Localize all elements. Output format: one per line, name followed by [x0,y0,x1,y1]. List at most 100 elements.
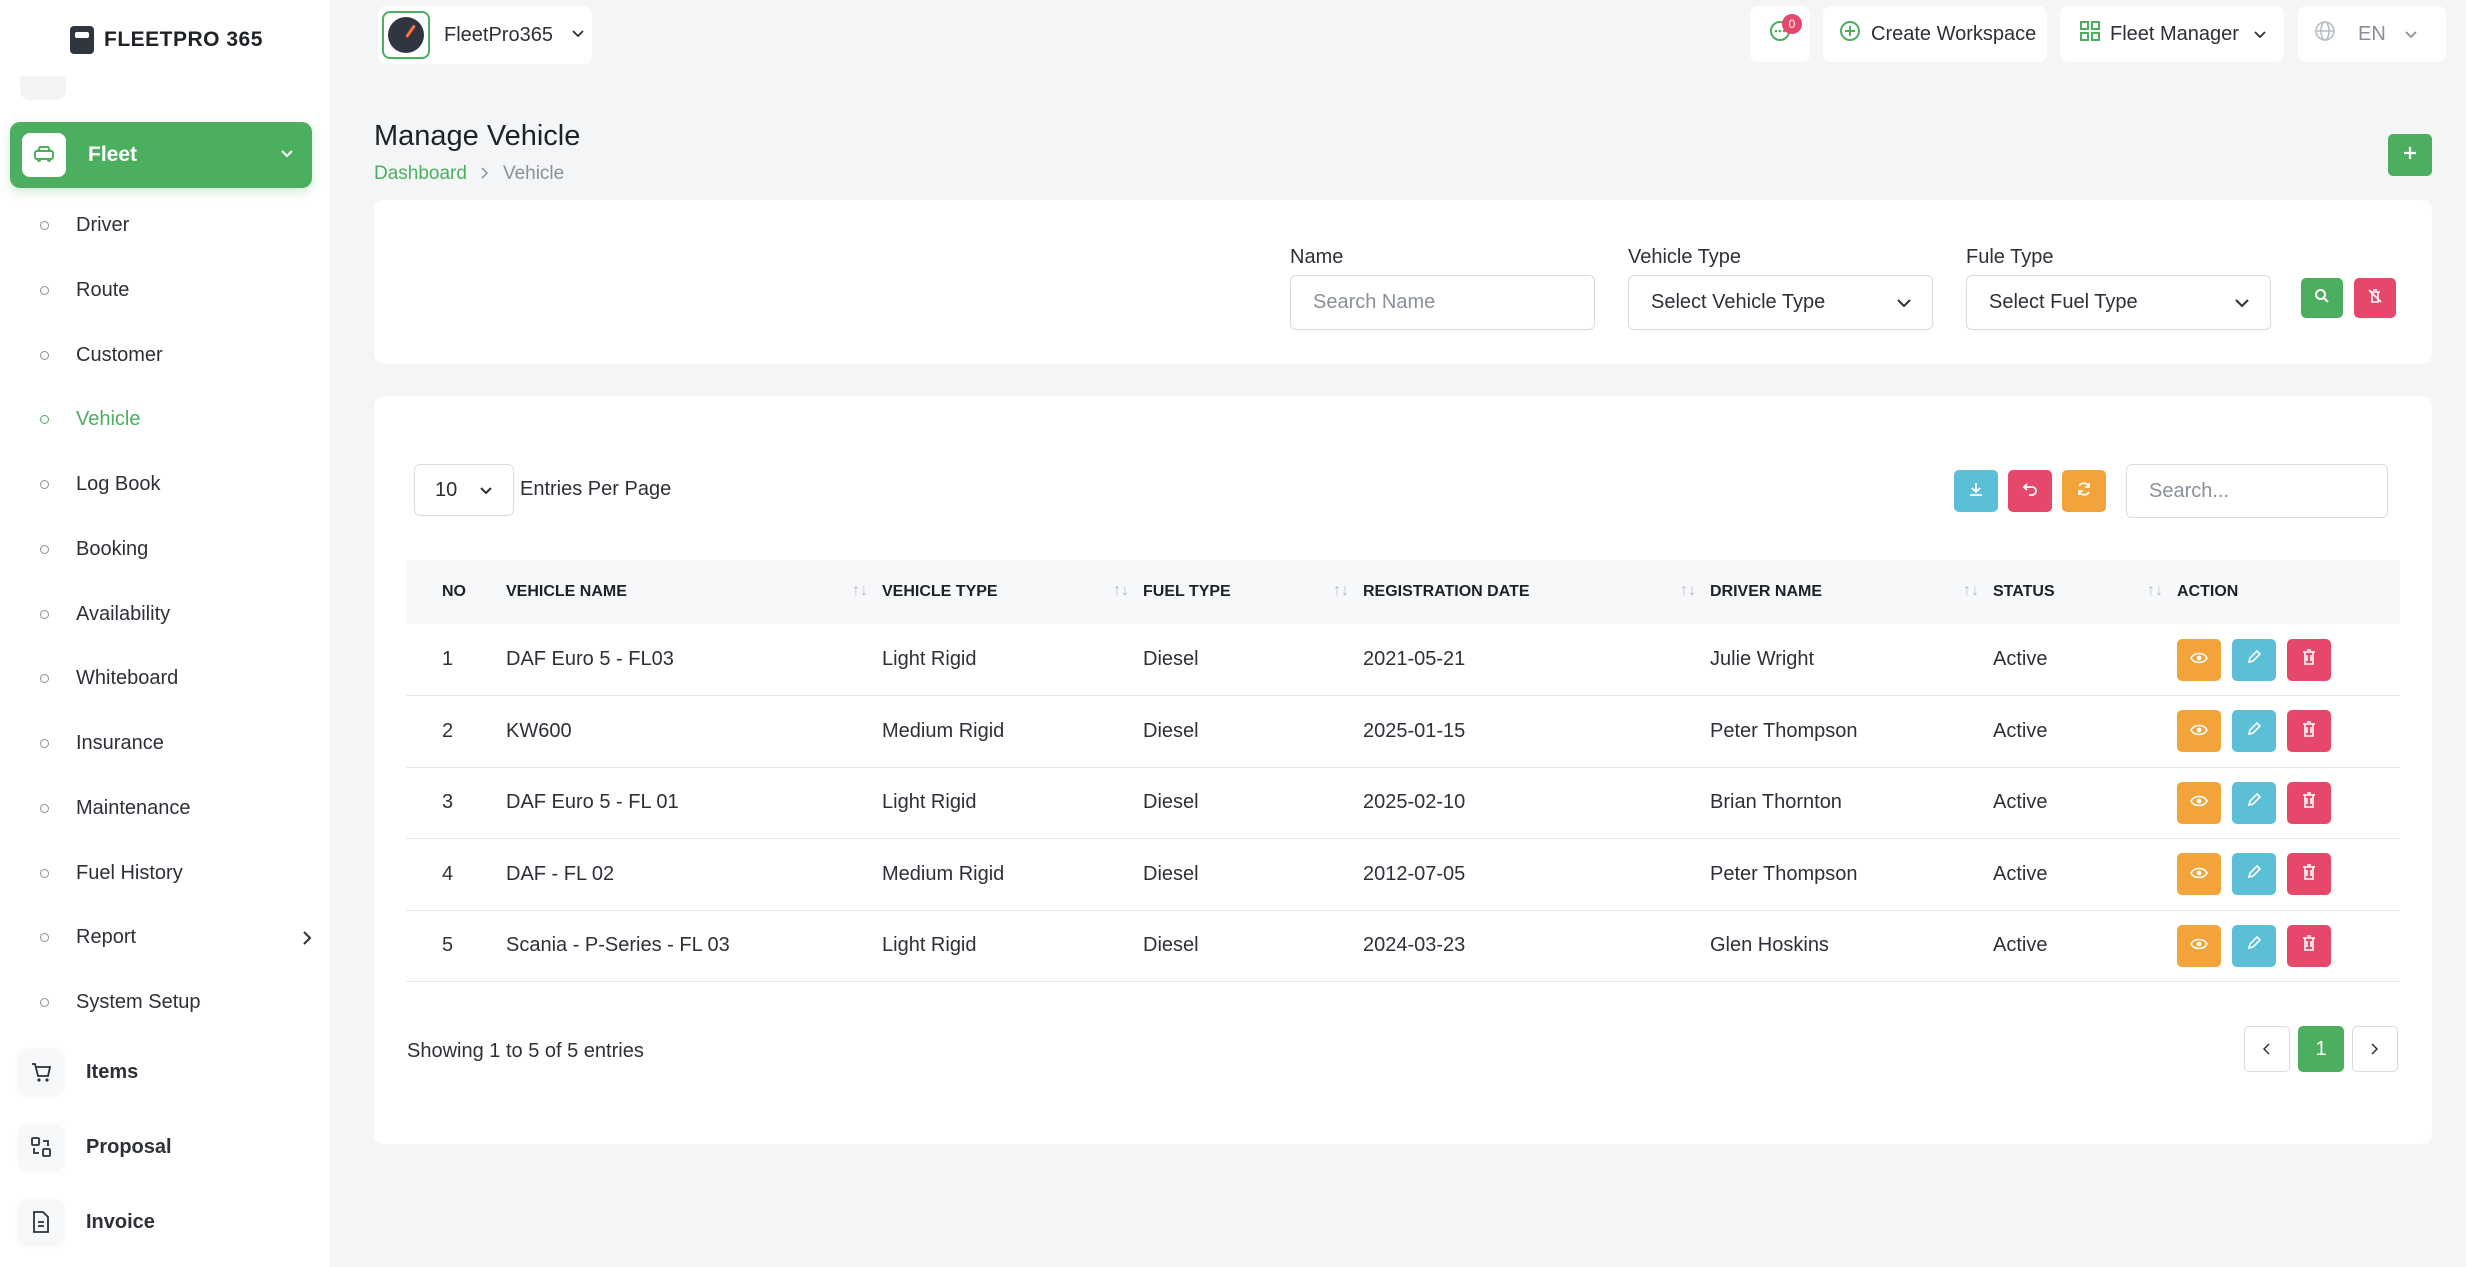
workspace-switcher[interactable]: FleetPro365 [378,6,592,64]
bullet-icon [40,932,49,942]
trash-icon [2302,720,2316,743]
column-header-vehicle-type[interactable]: VEHICLE TYPE ↑↓ [882,560,1143,624]
export-button[interactable] [1954,470,1998,512]
cell-registration-date: 2025-01-15 [1363,719,1466,742]
view-button[interactable] [2177,638,2221,681]
create-workspace-button[interactable]: Create Workspace [1823,6,2047,62]
eye-icon [2190,791,2208,814]
download-icon [1968,481,1984,502]
sidebar-item-invoice[interactable]: Invoice [18,1197,155,1247]
view-button[interactable] [2177,781,2221,824]
language-switcher[interactable]: EN [2298,6,2446,62]
column-header-fuel-type[interactable]: FUEL TYPE ↑↓ [1143,560,1363,624]
bullet-icon [40,414,49,424]
bullet-icon [40,544,49,554]
edit-button[interactable] [2232,924,2276,967]
sidebar-item-driver[interactable]: Driver [40,205,300,245]
delete-button[interactable] [2287,924,2331,967]
sidebar-item-availability[interactable]: Availability [40,594,300,634]
cell-no: 2 [442,719,454,742]
delete-button[interactable] [2287,638,2331,681]
messages-button[interactable]: 0 [1750,6,1810,62]
sidebar-item-whiteboard[interactable]: Whiteboard [40,658,300,698]
app-logo[interactable]: FLEETPRO 365 [70,22,263,58]
cell-vehicle-type: Medium Rigid [882,719,1005,742]
table-row: 5 Scania - P-Series - FL 03 Light Rigid Die… [406,910,2400,982]
delete-button[interactable] [2287,853,2331,896]
column-header-registration-date[interactable]: REGISTRATION DATE ↑↓ [1363,560,1710,624]
add-vehicle-button[interactable] [2388,134,2432,176]
breadcrumb: Dashboard Vehicle [374,163,564,185]
sidebar-item-insurance[interactable]: Insurance [40,723,300,763]
view-button[interactable] [2177,924,2221,967]
name-search-input[interactable] [1290,275,1595,330]
cell-status: Active [1993,791,2048,814]
logo-text: FLEETPRO 365 [104,28,263,51]
sidebar-item-log-book[interactable]: Log Book [40,464,300,504]
bullet-icon [40,803,49,813]
name-label: Name [1290,246,1344,268]
bullet-icon [40,479,49,489]
table-row: 2 KW600 Medium Rigid Diesel 2025-01-15 Peter … [406,696,2400,767]
edit-button[interactable] [2232,781,2276,824]
refresh-button[interactable] [2062,470,2106,512]
car-icon [22,133,66,177]
cell-action [2177,624,2400,696]
sidebar-item-proposal[interactable]: Proposal [18,1122,172,1172]
trash-icon [2302,863,2316,886]
sidebar-item-booking[interactable]: Booking [40,529,300,569]
cell-vehicle-name: KW600 [506,719,572,742]
edit-button[interactable] [2232,853,2276,896]
sidebar-item-system-setup[interactable]: System Setup [40,982,300,1022]
filter-clear-button[interactable] [2354,278,2396,318]
pagination-page-button[interactable]: 1 [2298,1026,2344,1072]
chevron-down-icon [479,479,493,502]
entries-per-page-select[interactable]: 10 [414,464,514,516]
bullet-icon [40,673,49,683]
undo-button[interactable] [2008,470,2052,512]
cell-vehicle-type: Light Rigid [882,648,977,670]
sort-icon: ↑↓ [1333,582,1349,599]
chevron-left-icon [2262,1038,2271,1061]
column-header-vehicle-name[interactable]: VEHICLE NAME ↑↓ [506,560,882,624]
vehicle-type-select[interactable]: Select Vehicle Type [1628,275,1933,330]
bullet-icon [40,220,49,230]
bullet-icon [40,868,49,878]
cell-status: Active [1993,648,2048,670]
role-switcher[interactable]: Fleet Manager [2060,6,2284,62]
sidebar-item-fuel-history[interactable]: Fuel History [40,853,300,893]
fuel-type-select[interactable]: Select Fuel Type [1966,275,2271,330]
cell-status: Active [1993,719,2048,742]
view-button[interactable] [2177,710,2221,753]
eye-icon [2190,720,2208,743]
pagination-next-button[interactable] [2352,1026,2398,1072]
trash-icon [2302,934,2316,957]
delete-button[interactable] [2287,710,2331,753]
view-button[interactable] [2177,853,2221,896]
delete-button[interactable] [2287,781,2331,824]
swap-icon [18,1124,64,1170]
sidebar-item-report[interactable]: Report [40,917,312,957]
pagination: 1 [2244,1026,2398,1072]
column-header-status[interactable]: STATUS ↑↓ [1993,560,2177,624]
table-search-input[interactable] [2126,464,2388,518]
sidebar-item-vehicle[interactable]: Vehicle [40,399,300,439]
column-header-action: ACTION [2177,583,2239,600]
sidebar-item-fleet[interactable]: Fleet [10,122,312,188]
edit-button[interactable] [2232,710,2276,753]
sidebar-item-customer[interactable]: Customer [40,335,300,375]
column-header-driver-name[interactable]: DRIVER NAME ↑↓ [1710,560,1993,624]
sidebar-item-maintenance[interactable]: Maintenance [40,788,300,828]
sidebar-item-route[interactable]: Route [40,270,300,310]
sidebar-collapsed-tab [20,76,66,100]
filter-search-button[interactable] [2301,278,2343,318]
vehicle-table: NO VEHICLE NAME ↑↓ VEHICLE TYPE ↑↓ FUEL TY… [406,560,2400,982]
pagination-prev-button[interactable] [2244,1026,2290,1072]
bullet-icon [40,738,49,748]
edit-button[interactable] [2232,638,2276,681]
chevron-down-icon [571,26,585,44]
bullet-icon [40,997,49,1007]
eye-icon [2190,934,2208,957]
breadcrumb-dashboard[interactable]: Dashboard [374,163,467,185]
sidebar-item-items[interactable]: Items [18,1047,138,1097]
